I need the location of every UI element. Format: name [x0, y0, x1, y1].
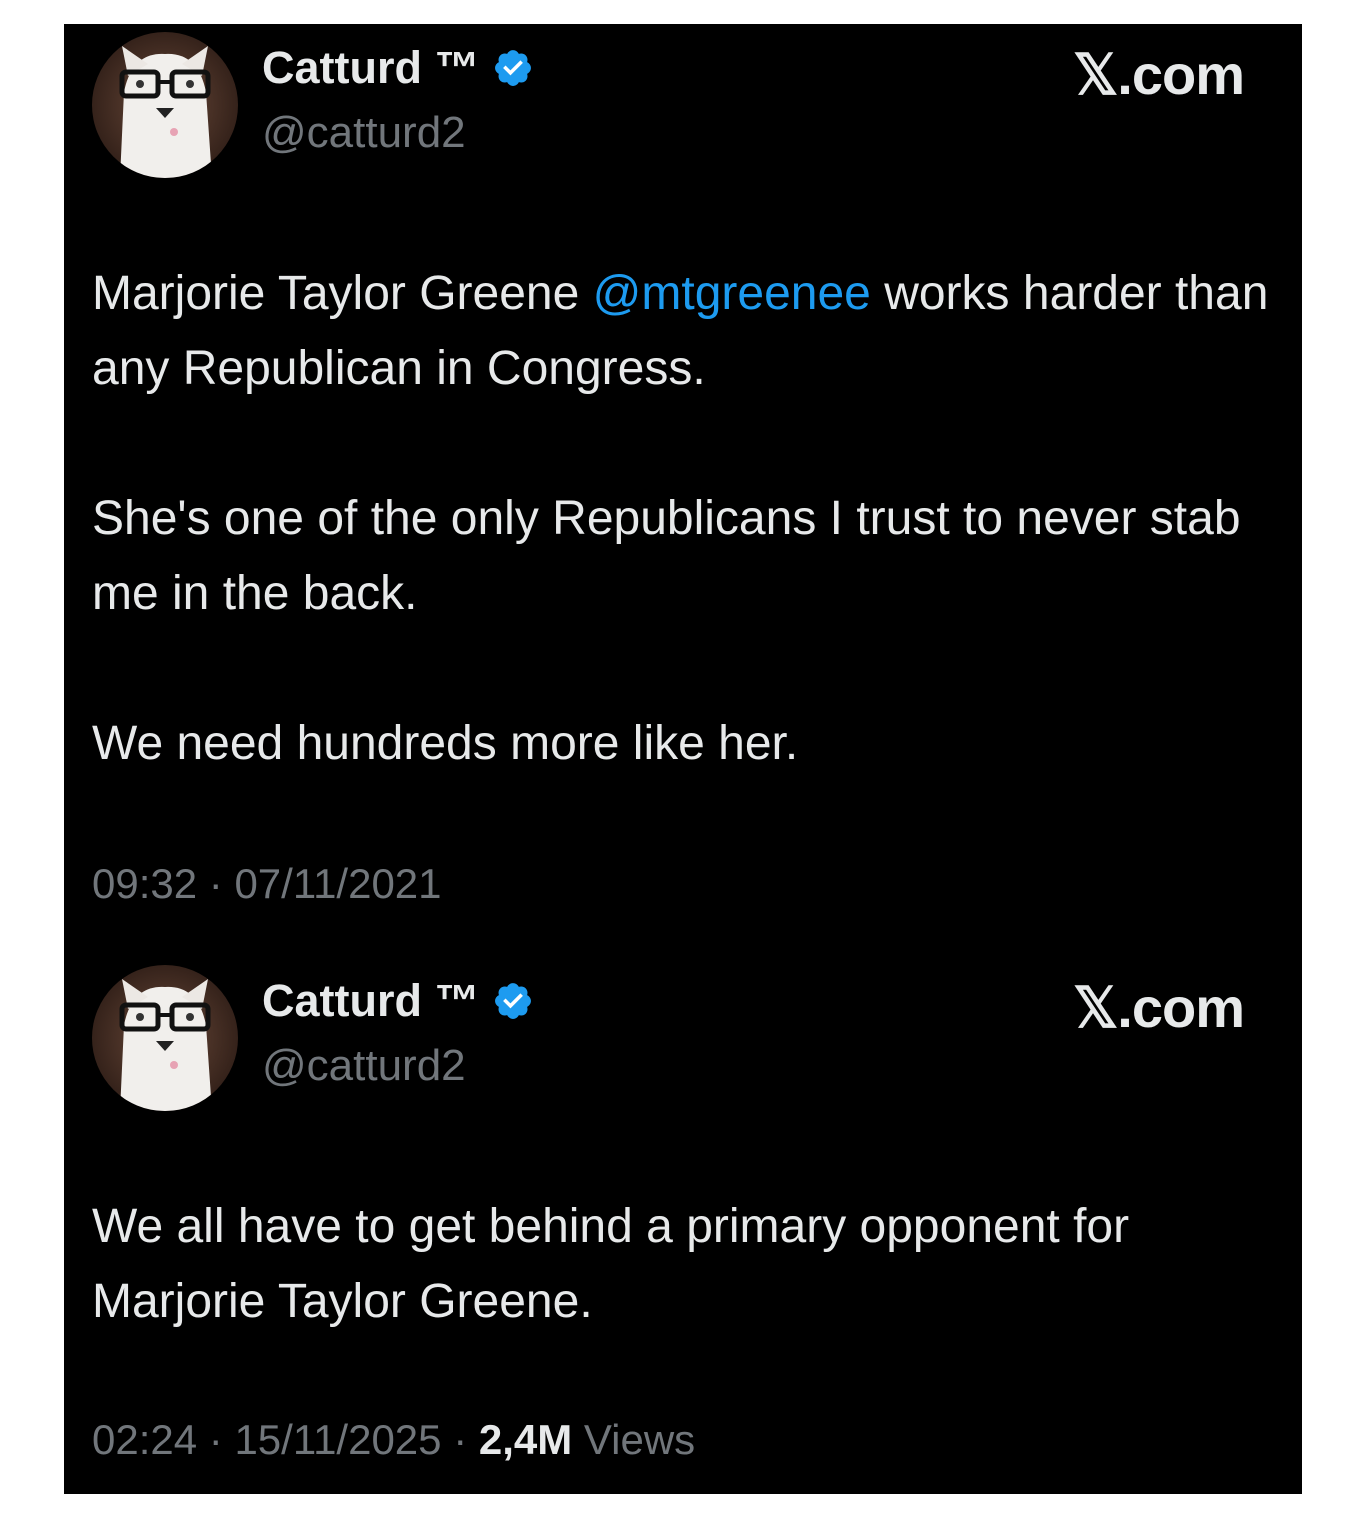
separator: ·	[441, 1416, 479, 1463]
display-name-text: Catturd ™	[262, 975, 480, 1026]
time: 09:32	[92, 860, 198, 907]
paragraph-1: Marjorie Taylor Greene @mtgreenee works …	[92, 256, 1272, 406]
date: 07/11/2021	[234, 860, 442, 907]
x-logo: 𝕏.com	[1073, 43, 1245, 106]
verified-badge-icon	[492, 980, 534, 1022]
date: 15/11/2025	[234, 1416, 442, 1463]
views-count: 2,4M	[478, 1416, 573, 1463]
text-segment: Marjorie Taylor Greene	[92, 267, 593, 320]
paragraph-3: We need hundreds more like her.	[92, 717, 799, 770]
user-handle[interactable]: @catturd2	[262, 1041, 466, 1091]
tweet-text: Marjorie Taylor Greene @mtgreenee works …	[92, 256, 1272, 781]
cat-avatar-icon	[92, 965, 238, 1111]
x-logo: 𝕏.com	[1073, 976, 1245, 1039]
display-name-text: Catturd ™	[262, 42, 480, 93]
user-handle[interactable]: @catturd2	[262, 108, 466, 158]
time: 02:24	[92, 1416, 198, 1463]
separator: ·	[197, 1416, 235, 1463]
paragraph-1: We all have to get behind a primary oppo…	[92, 1200, 1130, 1328]
avatar[interactable]	[92, 965, 238, 1111]
cat-avatar-icon	[92, 32, 238, 178]
verified-badge-icon	[492, 47, 534, 89]
views-label: Views	[572, 1416, 696, 1463]
avatar[interactable]	[92, 32, 238, 178]
display-name[interactable]: Catturd ™	[262, 42, 534, 94]
paragraph-2: She's one of the only Republicans I trus…	[92, 492, 1241, 620]
mention-link[interactable]: @mtgreenee	[593, 267, 871, 320]
separator: ·	[197, 860, 235, 907]
tweet-timestamp[interactable]: 09:32 · 07/11/2021	[92, 860, 442, 908]
display-name[interactable]: Catturd ™	[262, 975, 534, 1027]
tweet-text: We all have to get behind a primary oppo…	[92, 1189, 1272, 1339]
tweet-timestamp[interactable]: 02:24 · 15/11/2025 · 2,4M Views	[92, 1416, 695, 1464]
screenshot-panel: Catturd ™ @catturd2 𝕏.com Marjorie Taylo…	[64, 24, 1302, 1494]
